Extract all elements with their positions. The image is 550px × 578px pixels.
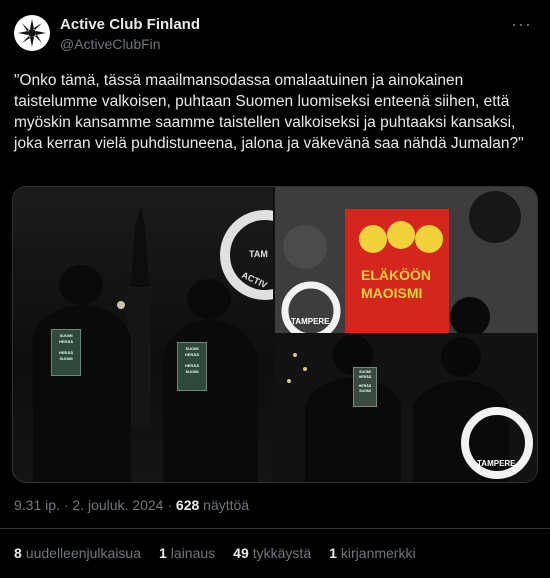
tweet-meta: 9.31 ip. · 2. jouluk. 2024 · 628 näyttöä (14, 497, 250, 513)
logo-text: TAMPERE (477, 459, 516, 468)
sun-wheel-logo-icon (16, 17, 48, 49)
divider (0, 528, 550, 529)
photo-1[interactable]: SUOMI HERÄÄ HERÄÄ SUOMI SUOMI HERÄÄ HERÄ… (13, 187, 273, 482)
likes-stat[interactable]: 49 tykkäystä (233, 545, 311, 561)
quotes-stat[interactable]: 1 lainaus (159, 545, 215, 561)
photo-2-scene (275, 187, 537, 333)
avatar[interactable] (14, 15, 50, 51)
sign-center: SUOMI HERÄÄ HERÄÄ SUOMI (353, 367, 377, 407)
reposts-stat[interactable]: 8 uudelleenjulkaisua (14, 545, 141, 561)
tweet-date[interactable]: 2. jouluk. 2024 (72, 497, 163, 513)
poster-line-1: ELÄKÖÖN (361, 267, 431, 283)
views-label: näyttöä (203, 497, 250, 513)
photo-2[interactable]: ELÄKÖÖN MAOISMI TAMPERE (275, 187, 537, 333)
bookmarks-stat[interactable]: 1 kirjanmerkki (329, 545, 415, 561)
media-grid[interactable]: SUOMI HERÄÄ HERÄÄ SUOMI SUOMI HERÄÄ HERÄ… (12, 186, 538, 483)
sign-left: SUOMI HERÄÄ HERÄÄ SUOMI (51, 329, 81, 376)
photo-3[interactable]: SUOMI HERÄÄ HERÄÄ SUOMI TAMPERE (275, 335, 537, 482)
author-name[interactable]: Active Club Finland (60, 16, 200, 33)
engagement-stats: 8 uudelleenjulkaisua 1 lainaus 49 tykkäystä… (14, 545, 416, 561)
poster-line-2: MAOISMI (361, 285, 423, 301)
views-count: 628 (175, 497, 200, 513)
sign-right: SUOMI HERÄÄ HERÄÄ SUOMI (177, 342, 207, 391)
tweet-time[interactable]: 9.31 ip. (14, 497, 60, 513)
logo-text: TAMPERE (291, 317, 330, 326)
logo-text-top: TAM (249, 249, 268, 259)
tweet-header: Active Club Finland @ActiveClubFin ··· (0, 0, 550, 60)
author-handle[interactable]: @ActiveClubFin (60, 36, 161, 52)
more-options-button[interactable]: ··· (511, 14, 532, 35)
tweet-text: "Onko tämä, tässä maailmansodassa omalaa… (14, 72, 524, 152)
